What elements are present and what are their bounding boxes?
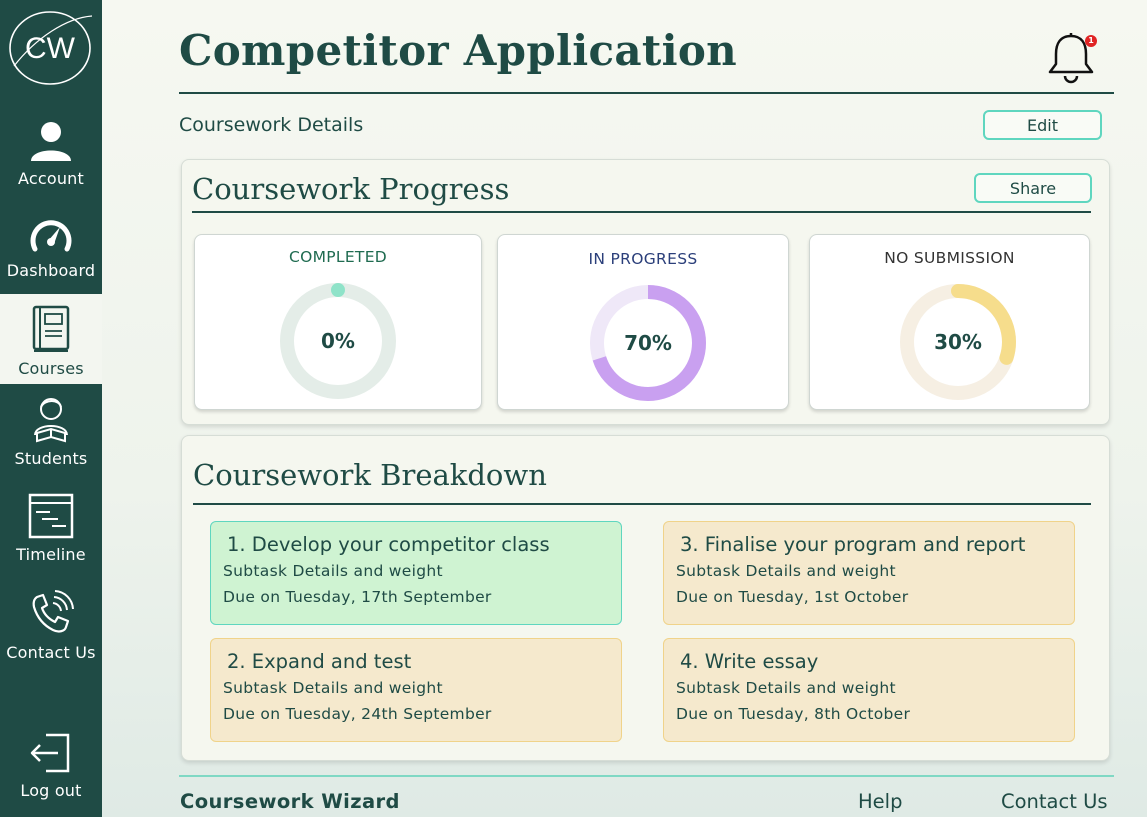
in-progress-stat-card: IN PROGRESS 70% <box>497 234 789 410</box>
task-card-4[interactable]: 4. Write essay Subtask Details and weigh… <box>663 638 1075 742</box>
sidebar-item-courses[interactable]: Courses <box>0 294 102 384</box>
sidebar-item-timeline[interactable]: Timeline <box>0 480 102 570</box>
task-card-1[interactable]: 1. Develop your competitor class Subtask… <box>210 521 622 625</box>
user-icon <box>31 122 71 161</box>
footer-brand: Coursework Wizard <box>180 790 400 813</box>
task-title: 2. Expand and test <box>227 650 412 673</box>
sidebar-item-label: Students <box>14 449 88 468</box>
book-icon <box>32 305 70 352</box>
sidebar-item-log-out[interactable]: Log out <box>0 716 102 806</box>
task-subtitle: Subtask Details and weight <box>223 562 443 580</box>
notification-badge: 1 <box>1085 35 1097 47</box>
task-card-2[interactable]: 2. Expand and test Subtask Details and w… <box>210 638 622 742</box>
footer-contact-us-link[interactable]: Contact Us <box>1001 790 1108 813</box>
phone-icon <box>32 590 74 633</box>
coursework-details-heading: Coursework Details <box>179 114 364 136</box>
completed-stat-card: COMPLETED 0% <box>194 234 482 410</box>
sidebar-item-label: Dashboard <box>6 261 96 280</box>
progress-divider <box>192 211 1091 213</box>
no-submission-progress-ring: 30% <box>900 284 1016 400</box>
footer-help-link[interactable]: Help <box>858 790 902 813</box>
share-button[interactable]: Share <box>974 173 1092 203</box>
sidebar: CW Account Dashboard Courses Students Ti… <box>0 0 102 817</box>
task-subtitle: Subtask Details and weight <box>223 679 443 697</box>
logo-text: CW <box>25 32 76 65</box>
stat-value: 0% <box>321 329 355 353</box>
task-subtitle: Subtask Details and weight <box>676 679 896 697</box>
sidebar-item-account[interactable]: Account <box>0 104 102 194</box>
sidebar-item-label: Contact Us <box>6 643 96 662</box>
footer-divider <box>179 775 1114 777</box>
ring-start-dot <box>332 284 344 296</box>
stat-value: 30% <box>934 330 982 354</box>
breakdown-divider <box>193 503 1091 505</box>
task-due-date: Due on Tuesday, 1st October <box>676 588 909 606</box>
sidebar-item-dashboard[interactable]: Dashboard <box>0 196 102 286</box>
timeline-icon <box>28 493 74 539</box>
stat-value: 70% <box>624 331 672 355</box>
page-title: Competitor Application <box>179 26 738 75</box>
task-title: 3. Finalise your program and report <box>680 533 1026 556</box>
coursework-progress-title: Coursework Progress <box>192 172 510 206</box>
sidebar-item-label: Account <box>17 169 84 188</box>
logout-icon <box>30 733 70 773</box>
sidebar-item-contact-us[interactable]: Contact Us <box>0 578 102 668</box>
task-card-3[interactable]: 3. Finalise your program and report Subt… <box>663 521 1075 625</box>
sidebar-item-label: Log out <box>20 781 82 800</box>
task-due-date: Due on Tuesday, 8th October <box>676 705 911 723</box>
student-icon <box>34 398 68 443</box>
speedometer-icon <box>30 220 72 252</box>
sidebar-item-label: Timeline <box>16 545 86 564</box>
header-divider <box>179 92 1114 94</box>
stat-label: IN PROGRESS <box>588 250 698 268</box>
edit-button[interactable]: Edit <box>983 110 1102 140</box>
stat-label: COMPLETED <box>288 248 388 266</box>
completed-progress-ring: 0% <box>280 283 396 399</box>
sidebar-item-label: Courses <box>18 359 84 378</box>
task-subtitle: Subtask Details and weight <box>676 562 896 580</box>
coursework-wizard-logo[interactable]: CW <box>6 8 94 88</box>
coursework-breakdown-title: Coursework Breakdown <box>193 458 547 492</box>
stat-label: NO SUBMISSION <box>884 249 1015 267</box>
task-due-date: Due on Tuesday, 24th September <box>223 705 492 723</box>
task-title: 4. Write essay <box>680 650 819 673</box>
task-title: 1. Develop your competitor class <box>227 533 550 556</box>
in-progress-progress-ring: 70% <box>590 285 706 401</box>
task-due-date: Due on Tuesday, 17th September <box>223 588 492 606</box>
no-submission-stat-card: NO SUBMISSION 30% <box>809 234 1090 410</box>
sidebar-item-students[interactable]: Students <box>0 384 102 474</box>
